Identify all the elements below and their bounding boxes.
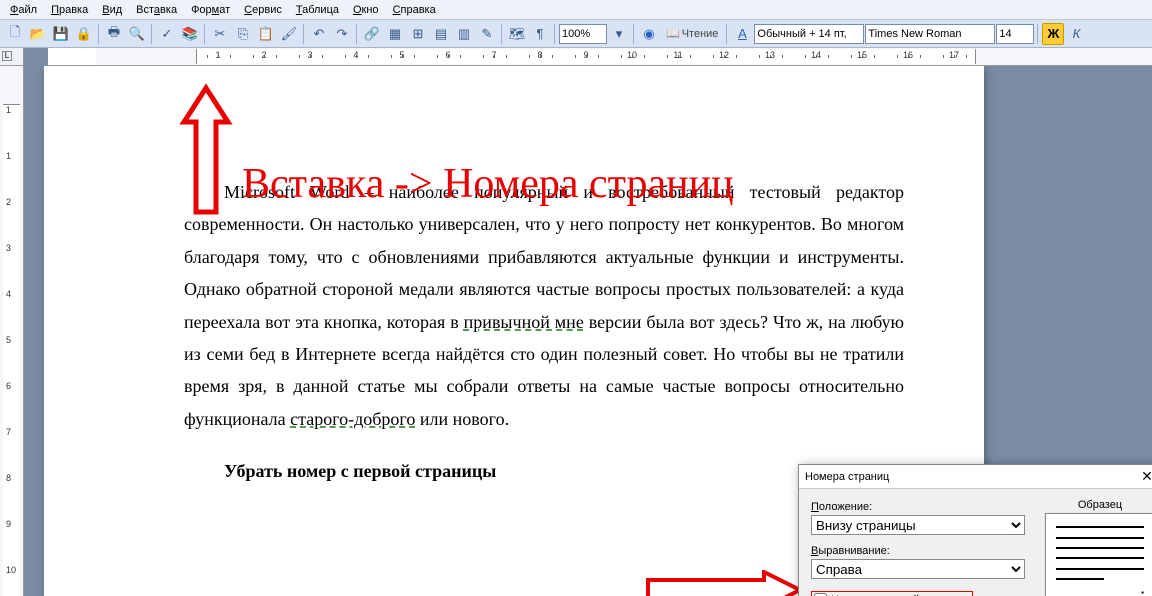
columns-icon[interactable]: ▥ — [453, 23, 475, 45]
zoom-drop-icon[interactable]: ▾ — [608, 23, 630, 45]
format-painter-icon[interactable]: 🖌 — [278, 23, 300, 45]
spell-icon[interactable]: ✓ — [156, 23, 178, 45]
print-icon[interactable]: 🖶 — [103, 23, 125, 45]
paste-icon[interactable]: 📋 — [255, 23, 277, 45]
close-icon[interactable]: ✕ — [1133, 468, 1152, 486]
alignment-select[interactable]: Справа — [811, 559, 1025, 579]
redo-icon[interactable]: ↷ — [331, 23, 353, 45]
document-canvas: Microsoft Word – наиболее популярный и в… — [24, 66, 1152, 596]
show-marks-icon[interactable]: ¶ — [529, 23, 551, 45]
sample-label: Образец — [1045, 499, 1152, 511]
font-combo[interactable] — [865, 24, 995, 44]
menu-window[interactable]: Окно — [347, 2, 385, 18]
open-icon[interactable]: 📂 — [27, 23, 49, 45]
first-page-check-row[interactable]: Номер на первой странице — [811, 591, 973, 596]
undo-icon[interactable]: ↶ — [308, 23, 330, 45]
annotation-arrow-up — [178, 82, 234, 222]
styles-icon[interactable]: A — [731, 23, 753, 45]
permission-icon[interactable]: 🔒 — [73, 23, 95, 45]
docmap-icon[interactable]: 🗺 — [506, 23, 528, 45]
position-label: Положение: — [811, 501, 1025, 513]
read-mode-button[interactable]: 📖 Чтение — [661, 23, 723, 45]
subheading: Убрать номер с первой страницы — [184, 455, 904, 487]
insert-table-icon[interactable]: ⊞ — [407, 23, 429, 45]
zoom-combo[interactable] — [559, 24, 607, 44]
italic-button[interactable]: К — [1065, 23, 1087, 45]
menu-format[interactable]: Формат — [185, 2, 236, 18]
body-text: или нового. — [415, 409, 509, 429]
hyperlink-icon[interactable]: 🔗 — [361, 23, 383, 45]
menu-view[interactable]: Вид — [96, 2, 128, 18]
menu-bar: Файл Правка Вид Вставка Формат Сервис Та… — [0, 0, 1152, 20]
tables-borders-icon[interactable]: ▦ — [384, 23, 406, 45]
save-icon[interactable]: 💾 — [50, 23, 72, 45]
style-combo[interactable] — [754, 24, 864, 44]
tab-selector[interactable]: L — [2, 51, 12, 61]
new-doc-icon[interactable]: 🗋 — [4, 23, 26, 45]
annotation-title: Вставка -> Номера страниц — [242, 160, 734, 208]
menu-insert[interactable]: Вставка — [130, 2, 183, 18]
ruler-vertical[interactable]: 112345678910 — [0, 66, 24, 596]
annotation-arrow-right — [644, 570, 804, 596]
copy-icon[interactable]: ⎘ — [232, 23, 254, 45]
preview-icon[interactable]: 🔍 — [126, 23, 148, 45]
read-label: Чтение — [682, 28, 719, 40]
cut-icon[interactable]: ✂ — [209, 23, 231, 45]
ruler-horizontal[interactable]: 1234567891011121314151617 — [48, 48, 1152, 66]
page-numbers-dialog: Номера страниц ✕ Положение: Внизу страни… — [798, 464, 1152, 596]
menu-edit[interactable]: Правка — [45, 2, 94, 18]
menu-help[interactable]: Справка — [387, 2, 442, 18]
wavy-text-2: старого-доброго — [290, 409, 415, 429]
menu-service[interactable]: Сервис — [238, 2, 288, 18]
wavy-text-1: привычной мне — [464, 312, 584, 332]
drawing-icon[interactable]: ✎ — [476, 23, 498, 45]
sample-preview: ▪ — [1045, 513, 1152, 596]
help-icon[interactable]: ◉ — [638, 23, 660, 45]
toolbar: 🗋 📂 💾 🔒 🖶 🔍 ✓ 📚 ✂ ⎘ 📋 🖌 ↶ ↷ 🔗 ▦ ⊞ ▤ ▥ ✎ … — [0, 20, 1152, 48]
position-select[interactable]: Внизу страницы — [811, 515, 1025, 535]
menu-file[interactable]: Файл — [4, 2, 43, 18]
menu-table[interactable]: Таблица — [290, 2, 345, 18]
bold-button[interactable]: Ж — [1042, 23, 1064, 45]
dialog-title: Номера страниц — [805, 471, 889, 483]
alignment-label: Выравнивание: — [811, 545, 1025, 557]
excel-icon[interactable]: ▤ — [430, 23, 452, 45]
research-icon[interactable]: 📚 — [179, 23, 201, 45]
size-combo[interactable] — [996, 24, 1034, 44]
